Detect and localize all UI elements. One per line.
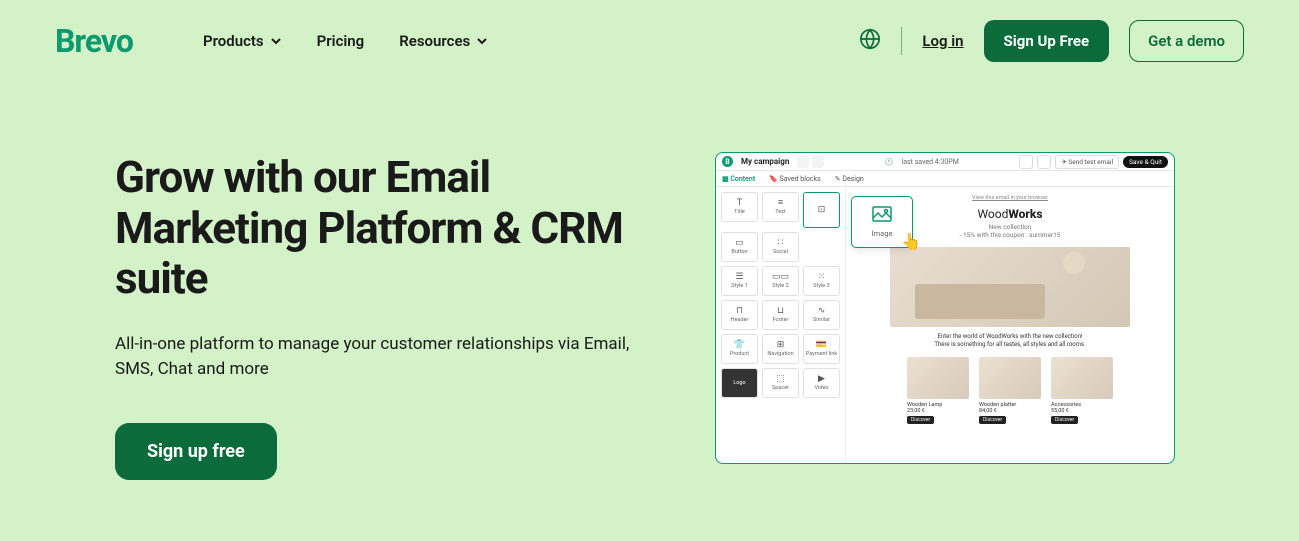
undo-redo-icons: [797, 156, 824, 168]
product-image: [907, 357, 969, 399]
app-screenshot: B My campaign 🕐 last saved 4:30PM ✈ Send…: [715, 152, 1175, 464]
hero-cta-button[interactable]: Sign up free: [115, 423, 277, 480]
hero-section: Grow with our Email Marketing Platform &…: [0, 82, 1299, 480]
block-palette: TTitle ≡Text ⊡ ▭Button ∷Social ☰Style 1 …: [716, 187, 846, 463]
product-grid: Wooden Lamp23,00 €Discover Wooden platte…: [907, 357, 1113, 424]
tab-design: ✎ Design: [835, 175, 864, 183]
signup-button[interactable]: Sign Up Free: [984, 20, 1110, 62]
site-header: Brevo Products Pricing Resources Log in …: [0, 0, 1299, 82]
main-nav: Products Pricing Resources: [203, 32, 488, 50]
block-title: TTitle: [721, 192, 758, 222]
image-icon: [872, 206, 892, 225]
save-quit-button: Save & Quit: [1123, 156, 1168, 168]
get-demo-button[interactable]: Get a demo: [1129, 20, 1244, 62]
header-actions: Log in Sign Up Free Get a demo: [859, 20, 1244, 62]
hero-illustration: B My campaign 🕐 last saved 4:30PM ✈ Send…: [715, 152, 1175, 480]
email-subhead: New collection: [989, 223, 1032, 231]
block-payment: 💳Payment link: [803, 334, 840, 364]
email-description: Enter the world of WoodWorks with the ne…: [934, 333, 1085, 349]
view-in-browser: View this email in your browser: [972, 195, 1048, 201]
globe-icon[interactable]: [859, 28, 881, 54]
email-coupon: - 15% with this coupon : summer15: [960, 231, 1061, 239]
app-titlebar: B My campaign 🕐 last saved 4:30PM ✈ Send…: [716, 153, 1174, 171]
chevron-down-icon: [270, 35, 282, 47]
block-navigation: ⊞Navigation: [762, 334, 799, 364]
product-card: Wooden platter84,00 €Discover: [979, 357, 1041, 424]
discover-button: Discover: [1051, 416, 1078, 424]
nav-pricing[interactable]: Pricing: [317, 32, 365, 50]
hero-title: Grow with our Email Marketing Platform &…: [115, 152, 675, 304]
nav-products-label: Products: [203, 32, 264, 50]
hero-image: [890, 247, 1130, 327]
device-icon: [1019, 155, 1033, 169]
hero-subtitle: All-in-one platform to manage your custo…: [115, 332, 635, 383]
app-body: TTitle ≡Text ⊡ ▭Button ∷Social ☰Style 1 …: [716, 187, 1174, 463]
send-test-button: ✈ Send test email: [1055, 155, 1119, 169]
block-similar: ∿Similar: [803, 300, 840, 330]
product-card: Wooden Lamp23,00 €Discover: [907, 357, 969, 424]
block-button: ▭Button: [721, 232, 758, 262]
block-style1: ☰Style 1: [721, 266, 758, 296]
block-product: 👕Product: [721, 334, 758, 364]
block-style2: ▭▭Style 2: [762, 266, 799, 296]
block-footer: ⊔Footer: [762, 300, 799, 330]
block-logo: Logo: [721, 368, 758, 398]
nav-resources[interactable]: Resources: [399, 32, 488, 50]
nav-products[interactable]: Products: [203, 32, 282, 50]
chevron-down-icon: [476, 35, 488, 47]
tab-saved-blocks: 🔖 Saved blocks: [769, 175, 821, 183]
app-actions: ✈ Send test email Save & Quit: [1019, 155, 1168, 169]
last-saved: last saved 4:30PM: [902, 158, 959, 166]
discover-button: Discover: [979, 416, 1006, 424]
block-style3: ⁙Style 3: [803, 266, 840, 296]
block-video: ▶Video: [803, 368, 840, 398]
block-social: ∷Social: [762, 232, 799, 262]
block-text: ≡Text: [762, 192, 799, 222]
tab-content: ▦ Content: [722, 175, 755, 183]
product-card: Accessories55,00 €Discover: [1051, 357, 1113, 424]
block-header: ⊓Header: [721, 300, 758, 330]
app-title: My campaign: [741, 157, 789, 166]
login-link[interactable]: Log in: [922, 32, 963, 50]
divider: [901, 27, 902, 55]
nav-pricing-label: Pricing: [317, 32, 365, 50]
clock-icon: 🕐: [885, 158, 894, 166]
app-tabs: ▦ Content 🔖 Saved blocks ✎ Design: [716, 171, 1174, 187]
email-brand: WoodWorks: [977, 207, 1042, 221]
block-image: ⊡: [803, 192, 840, 228]
discover-button: Discover: [907, 416, 934, 424]
block-spacer: ⬚Spacer: [762, 368, 799, 398]
question-icon: [1037, 155, 1051, 169]
hero-copy: Grow with our Email Marketing Platform &…: [115, 152, 675, 480]
product-image: [979, 357, 1041, 399]
app-brand-icon: B: [722, 156, 733, 167]
nav-resources-label: Resources: [399, 32, 470, 50]
pointer-cursor-icon: 👆: [901, 232, 921, 251]
brevo-logo[interactable]: Brevo: [55, 22, 133, 60]
product-image: [1051, 357, 1113, 399]
